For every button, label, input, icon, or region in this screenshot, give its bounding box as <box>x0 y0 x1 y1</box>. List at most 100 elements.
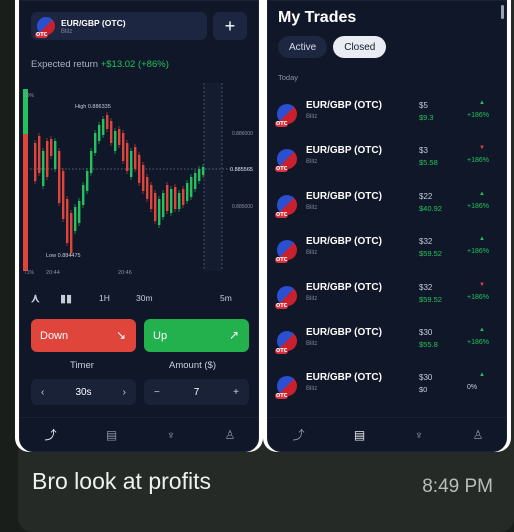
timeframe-30m[interactable]: 30m <box>136 293 153 303</box>
expected-return-label: Expected return <box>31 59 99 70</box>
timeframe-1h[interactable]: 1H <box>99 293 110 303</box>
candle-body <box>42 151 45 186</box>
candle-body <box>130 151 133 177</box>
trade-row[interactable]: OTC EUR/GBP (OTC) Blitz $3 $5.58 ▼ +186% <box>275 144 501 180</box>
trade-percent: +186% <box>467 203 489 210</box>
eur-gbp-flag-icon: OTC <box>275 331 297 354</box>
otc-badge: OTC <box>275 212 289 218</box>
candle-body <box>114 131 117 151</box>
trade-row[interactable]: OTC EUR/GBP (OTC) Blitz $30 $55.8 ▲ +186% <box>275 326 501 362</box>
trade-chart-icon[interactable]: ⤴ <box>45 426 57 443</box>
candlestick-chart[interactable]: 29% 71% High 0.886335 Low 0.884475 0.886… <box>20 81 259 281</box>
trade-pair: EUR/GBP (OTC) <box>306 327 382 338</box>
candle-body <box>186 183 189 201</box>
trade-sub: Blitz <box>306 341 318 347</box>
expected-return: Expected return +$13.02 (+86%) <box>31 59 169 70</box>
otc-badge: OTC <box>275 121 289 127</box>
trade-pair: EUR/GBP (OTC) <box>306 100 382 111</box>
trade-row[interactable]: OTC EUR/GBP (OTC) Blitz $22 $40.92 ▲ +186% <box>275 190 501 226</box>
timer-increase-button[interactable]: › <box>123 387 126 398</box>
candle-body <box>54 141 57 169</box>
candle-body <box>198 169 201 181</box>
timeframe-5m[interactable]: 5m <box>220 293 232 303</box>
amount-stepper[interactable]: − 7 + <box>144 379 249 405</box>
up-button[interactable]: Up ↗ <box>144 319 249 352</box>
amount-increase-button[interactable]: + <box>233 387 239 398</box>
candle-body <box>90 151 93 173</box>
candle-body <box>62 171 65 219</box>
otc-badge: OTC <box>275 393 289 399</box>
portfolio-icon[interactable]: ▤ <box>106 428 117 442</box>
candle-body <box>98 125 101 141</box>
time-tick-2: 20:46 <box>118 270 132 276</box>
trophy-icon[interactable]: ♆ <box>166 428 175 442</box>
timer-value: 30s <box>75 386 92 398</box>
trade-profit: $40.92 <box>419 204 442 213</box>
candle-body <box>38 136 41 173</box>
trade-sub: Blitz <box>306 250 318 256</box>
sentiment-bottom-pct: 71% <box>24 270 35 276</box>
trade-sub: Blitz <box>306 205 318 211</box>
candle-body <box>110 121 113 143</box>
trade-direction-icon: ▲ <box>479 372 485 378</box>
eur-gbp-flag-icon: OTC <box>275 149 297 172</box>
trade-percent: 0% <box>467 384 478 391</box>
scrollbar[interactable] <box>501 5 504 19</box>
expiry-zone <box>204 83 222 271</box>
candle-body <box>102 119 105 135</box>
trade-percent: +186% <box>467 248 489 255</box>
trade-row[interactable]: OTC EUR/GBP (OTC) Blitz $5 $9.3 ▲ +186% <box>275 99 501 135</box>
candle-body <box>158 199 161 225</box>
expected-return-value: +$13.02 (+86%) <box>100 59 169 70</box>
price-tick-1: 0.886000 <box>232 131 253 137</box>
trade-amount: $5 <box>419 101 428 110</box>
trade-direction-icon: ▲ <box>479 191 485 197</box>
trade-pair: EUR/GBP (OTC) <box>306 191 382 202</box>
trophy-icon[interactable]: ♆ <box>414 428 423 442</box>
trade-chart-icon[interactable]: ⤴ <box>293 426 305 443</box>
timer-stepper[interactable]: ‹ 30s › <box>31 379 136 405</box>
candles <box>34 112 205 256</box>
eur-gbp-flag-icon: OTC <box>275 195 297 218</box>
trade-profit: $9.3 <box>419 113 434 122</box>
candle-body <box>142 165 145 191</box>
tab-active[interactable]: Active <box>278 36 328 58</box>
candle-body <box>166 185 169 211</box>
portfolio-icon[interactable]: ▤ <box>354 428 365 442</box>
trade-pair: EUR/GBP (OTC) <box>306 145 382 156</box>
timeframe-row: ⋏ ▮▮ 1H 30m 5m <box>20 291 258 305</box>
add-asset-button[interactable]: + <box>213 12 247 40</box>
bottom-nav: ⤴ ▤ ♆ ♙ <box>20 417 258 451</box>
timer-decrease-button[interactable]: ‹ <box>41 387 44 398</box>
candle-body <box>154 193 157 221</box>
asset-selector[interactable]: OTC EUR/GBP (OTC) Blitz <box>31 12 207 40</box>
my-trades-screen[interactable]: My Trades Active Closed Today OTC EUR/GBP… <box>267 0 507 452</box>
eur-gbp-flag-icon: OTC <box>275 376 297 399</box>
candle-body <box>118 129 121 145</box>
trade-tabs: Active Closed <box>278 36 387 58</box>
candle-body <box>194 173 197 189</box>
down-button[interactable]: Down ↘ <box>31 319 136 352</box>
trade-amount: $3 <box>419 146 428 155</box>
tab-closed[interactable]: Closed <box>333 36 387 58</box>
chart-type-icon[interactable]: ▮▮ <box>60 292 72 305</box>
trade-percent: +186% <box>467 157 489 164</box>
amount-value: 7 <box>193 386 200 398</box>
trade-sub: Blitz <box>306 159 318 165</box>
candle-body <box>174 187 177 209</box>
trade-row[interactable]: OTC EUR/GBP (OTC) Blitz $32 $59.52 ▼ +186% <box>275 281 501 317</box>
trade-profit: $5.58 <box>419 158 438 167</box>
profile-icon[interactable]: ♙ <box>473 428 484 442</box>
trade-row[interactable]: OTC EUR/GBP (OTC) Blitz $30 $0 ▲ 0% <box>275 371 501 407</box>
trade-profit: $55.8 <box>419 340 438 349</box>
amount-label: Amount ($) <box>169 360 216 371</box>
trade-percent: +186% <box>467 112 489 119</box>
amount-decrease-button[interactable]: − <box>154 387 160 398</box>
trade-screen[interactable]: OTC EUR/GBP (OTC) Blitz + Expected retur… <box>19 0 259 452</box>
trade-row[interactable]: OTC EUR/GBP (OTC) Blitz $32 $59.52 ▲ +186% <box>275 235 501 271</box>
draw-tool-icon[interactable]: ⋏ <box>31 291 40 305</box>
time-tick-1: 20:44 <box>46 270 60 276</box>
sentiment-top-pct: 29% <box>24 93 35 99</box>
otc-badge: OTC <box>275 166 289 172</box>
profile-icon[interactable]: ♙ <box>225 428 236 442</box>
